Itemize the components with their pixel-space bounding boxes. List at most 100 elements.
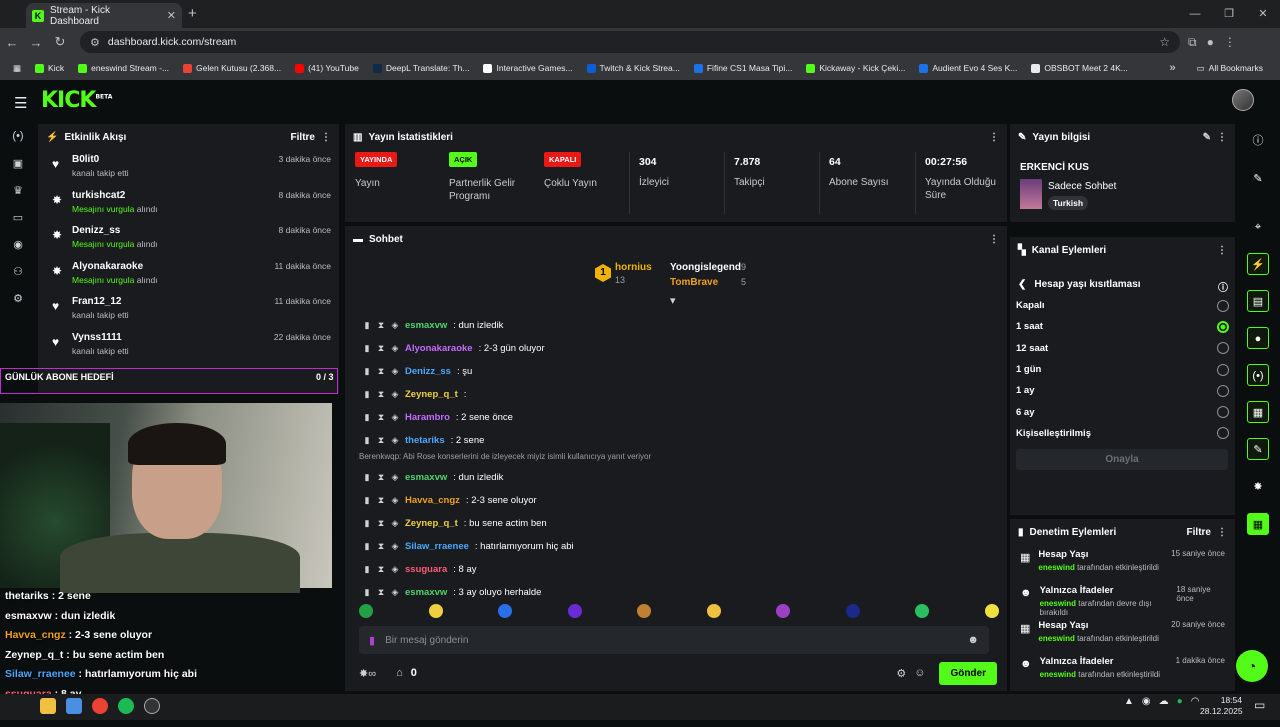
chat-user[interactable]: esmaxvw bbox=[405, 320, 447, 331]
bookmark-item[interactable]: Fifine CS1 Masa Tipi... bbox=[687, 63, 800, 73]
points-icon[interactable]: ✸∞ bbox=[359, 667, 376, 680]
collapse-icon[interactable]: ▾ bbox=[670, 294, 676, 307]
site-info-icon[interactable]: ⚙ bbox=[90, 36, 100, 49]
tray-expand-icon[interactable]: ▲ bbox=[1124, 696, 1134, 707]
chat-message[interactable]: ▮ ⧗ ◈ Havva_cngz: 2-3 sene oluyor bbox=[345, 489, 1007, 512]
capture-icon[interactable]: ⌖ bbox=[1247, 216, 1269, 238]
chat-message[interactable]: ▮ ⧗ ◈ esmaxvw: dun izledik bbox=[345, 314, 1007, 337]
radio-button[interactable] bbox=[1217, 363, 1229, 376]
spotify-icon[interactable] bbox=[118, 698, 134, 714]
bookmark-item[interactable]: OBSBOT Meet 2 4K... bbox=[1024, 63, 1134, 73]
timeout-icon[interactable]: ⧗ bbox=[377, 435, 385, 446]
chat-message[interactable]: ▮ ⧗ ◈ Alyonakaraoke: 2-3 gün oluyor bbox=[345, 337, 1007, 360]
clapper-icon[interactable]: ▦ bbox=[1247, 513, 1269, 535]
bookmark-item[interactable]: DeepL Translate: Th... bbox=[366, 63, 477, 73]
timeout-icon[interactable]: ⧗ bbox=[377, 320, 385, 331]
bookmark-item[interactable]: eneswind Stream -... bbox=[71, 63, 176, 73]
filter-button[interactable]: Filtre bbox=[1187, 527, 1211, 538]
info-icon[interactable]: ⓘ bbox=[1247, 130, 1269, 152]
document-icon[interactable]: ▤ bbox=[1247, 290, 1269, 312]
age-option[interactable]: 1 gün bbox=[1010, 359, 1235, 380]
chat-message[interactable]: ▮ ⧗ ◈ Harambro: 2 sene önce bbox=[345, 406, 1007, 429]
delete-icon[interactable]: ▮ bbox=[363, 564, 371, 575]
dashboard-icon[interactable]: ▣ bbox=[6, 157, 30, 184]
bookmark-item[interactable]: Interactive Games... bbox=[476, 63, 579, 73]
radio-button[interactable] bbox=[1217, 427, 1229, 440]
taskbar-clock[interactable]: 18:54 28.12.2025 bbox=[1200, 695, 1243, 717]
edit-icon[interactable]: ✎ bbox=[1203, 132, 1211, 143]
avatar[interactable] bbox=[1232, 89, 1254, 111]
explorer-icon[interactable] bbox=[40, 698, 56, 714]
trophy-icon[interactable]: ♛ bbox=[6, 184, 30, 211]
chat-user[interactable]: ssuguara bbox=[405, 564, 447, 575]
more-bookmarks-icon[interactable]: » bbox=[1170, 62, 1176, 74]
back-arrow-icon[interactable]: ❮ bbox=[1018, 279, 1026, 294]
camera-icon[interactable]: ◉ bbox=[6, 238, 30, 265]
chat-settings-icon[interactable]: ⚙ bbox=[896, 667, 906, 680]
delete-icon[interactable]: ▮ bbox=[363, 366, 371, 377]
timeout-icon[interactable]: ⧗ bbox=[377, 472, 385, 483]
extensions-icon[interactable]: ⧉ bbox=[1188, 35, 1197, 50]
send-button[interactable]: Gönder bbox=[939, 661, 997, 685]
all-bookmarks-button[interactable]: ▭ All Bookmarks bbox=[1190, 63, 1270, 74]
chat-message[interactable]: ▮ ⧗ ◈ Denizz_ss: şu bbox=[345, 360, 1007, 383]
chrome-icon[interactable] bbox=[92, 698, 108, 714]
chat-message[interactable]: ▮ ⧗ ◈ Zeynep_q_t: bu sene actim ben bbox=[345, 512, 1007, 535]
close-window-icon[interactable]: ✕ bbox=[1246, 0, 1280, 28]
more-options-icon[interactable]: ⋮ bbox=[321, 132, 331, 143]
bookmark-item[interactable]: Twitch & Kick Strea... bbox=[580, 63, 687, 73]
delete-icon[interactable]: ▮ bbox=[363, 518, 371, 529]
emote-icon[interactable] bbox=[359, 604, 373, 618]
delete-icon[interactable]: ▮ bbox=[363, 343, 371, 354]
chat-user[interactable]: Harambro bbox=[405, 412, 450, 423]
timeout-icon[interactable]: ⧗ bbox=[377, 564, 385, 575]
filter-button[interactable]: Filtre bbox=[291, 132, 315, 143]
list-item[interactable]: ♥ Vynss1111 kanalı takip etti 22 dakika önc… bbox=[38, 328, 339, 364]
wifi-icon[interactable]: ◠ bbox=[1191, 696, 1200, 707]
edit-icon[interactable]: ✎ bbox=[1247, 168, 1269, 190]
more-options-icon[interactable]: ⋮ bbox=[1217, 245, 1227, 256]
forward-icon[interactable]: → bbox=[24, 35, 48, 50]
kick-logo[interactable]: KICKBETA bbox=[41, 88, 112, 113]
obs-icon[interactable] bbox=[144, 698, 160, 714]
bookmark-item[interactable]: Kickaway - Kick Çeki... bbox=[799, 63, 912, 73]
timeout-icon[interactable]: ⧗ bbox=[377, 389, 385, 400]
timeout-icon[interactable]: ⧗ bbox=[377, 366, 385, 377]
delete-icon[interactable]: ▮ bbox=[363, 541, 371, 552]
emote-icon[interactable] bbox=[637, 604, 652, 618]
timeout-icon[interactable]: ⧗ bbox=[377, 495, 385, 506]
tv-icon[interactable]: ▭ bbox=[6, 211, 30, 238]
timeout-icon[interactable]: ⧗ bbox=[377, 343, 385, 354]
timeout-icon[interactable]: ⧗ bbox=[377, 587, 385, 598]
delete-icon[interactable]: ▮ bbox=[363, 435, 371, 446]
bookmark-item[interactable]: (41) YouTube bbox=[288, 63, 366, 73]
age-option[interactable]: 6 ay bbox=[1010, 401, 1235, 422]
delete-icon[interactable]: ▮ bbox=[363, 320, 371, 331]
chat-message[interactable]: ▮ ⧗ ◈ esmaxvw: 3 ay oluyo herhalde bbox=[345, 581, 1007, 604]
radio-button[interactable] bbox=[1217, 320, 1229, 333]
cloud-icon[interactable]: ☁ bbox=[1159, 696, 1169, 707]
list-item[interactable]: ♥ B0lit0 kanalı takip etti 3 dakika önce bbox=[38, 150, 339, 186]
chat-message[interactable]: ▮ ⧗ ◈ esmaxvw: dun izledik bbox=[345, 466, 1007, 489]
chat-user[interactable]: Denizz_ss bbox=[405, 366, 451, 377]
save-icon[interactable]: ▦ bbox=[1247, 401, 1269, 423]
spotify-tray-icon[interactable]: ● bbox=[1177, 696, 1183, 707]
new-tab-button[interactable]: + bbox=[188, 5, 197, 22]
chat-message[interactable]: ▮ ⧗ ◈ Zeynep_q_t: bbox=[345, 383, 1007, 406]
list-item[interactable]: ✸ Alyonakaraoke Mesajını vurgula alındı 11 … bbox=[38, 257, 339, 293]
chat-message[interactable]: ▮ ⧗ ◈ thetariks: 2 sene bbox=[345, 429, 1007, 452]
delete-icon[interactable]: ▮ bbox=[363, 389, 371, 400]
age-option[interactable]: Kapalı bbox=[1010, 295, 1235, 316]
more-options-icon[interactable]: ⋮ bbox=[989, 132, 999, 143]
settings-icon[interactable]: ⚙ bbox=[6, 292, 30, 319]
delete-icon[interactable]: ▮ bbox=[363, 412, 371, 423]
chat-user[interactable]: Havva_cngz bbox=[405, 495, 460, 506]
more-options-icon[interactable]: ⋮ bbox=[1217, 527, 1227, 538]
emote-icon[interactable] bbox=[567, 604, 582, 618]
age-option[interactable]: 1 ay bbox=[1010, 380, 1235, 401]
help-button[interactable]: ◔ bbox=[1236, 650, 1268, 682]
restore-icon[interactable]: ❐ bbox=[1212, 0, 1246, 28]
bolt-icon[interactable]: ⚡ bbox=[1247, 253, 1269, 275]
discord-icon[interactable]: ◉ bbox=[1142, 696, 1151, 707]
broadcast-icon[interactable]: (•) bbox=[1247, 364, 1269, 386]
